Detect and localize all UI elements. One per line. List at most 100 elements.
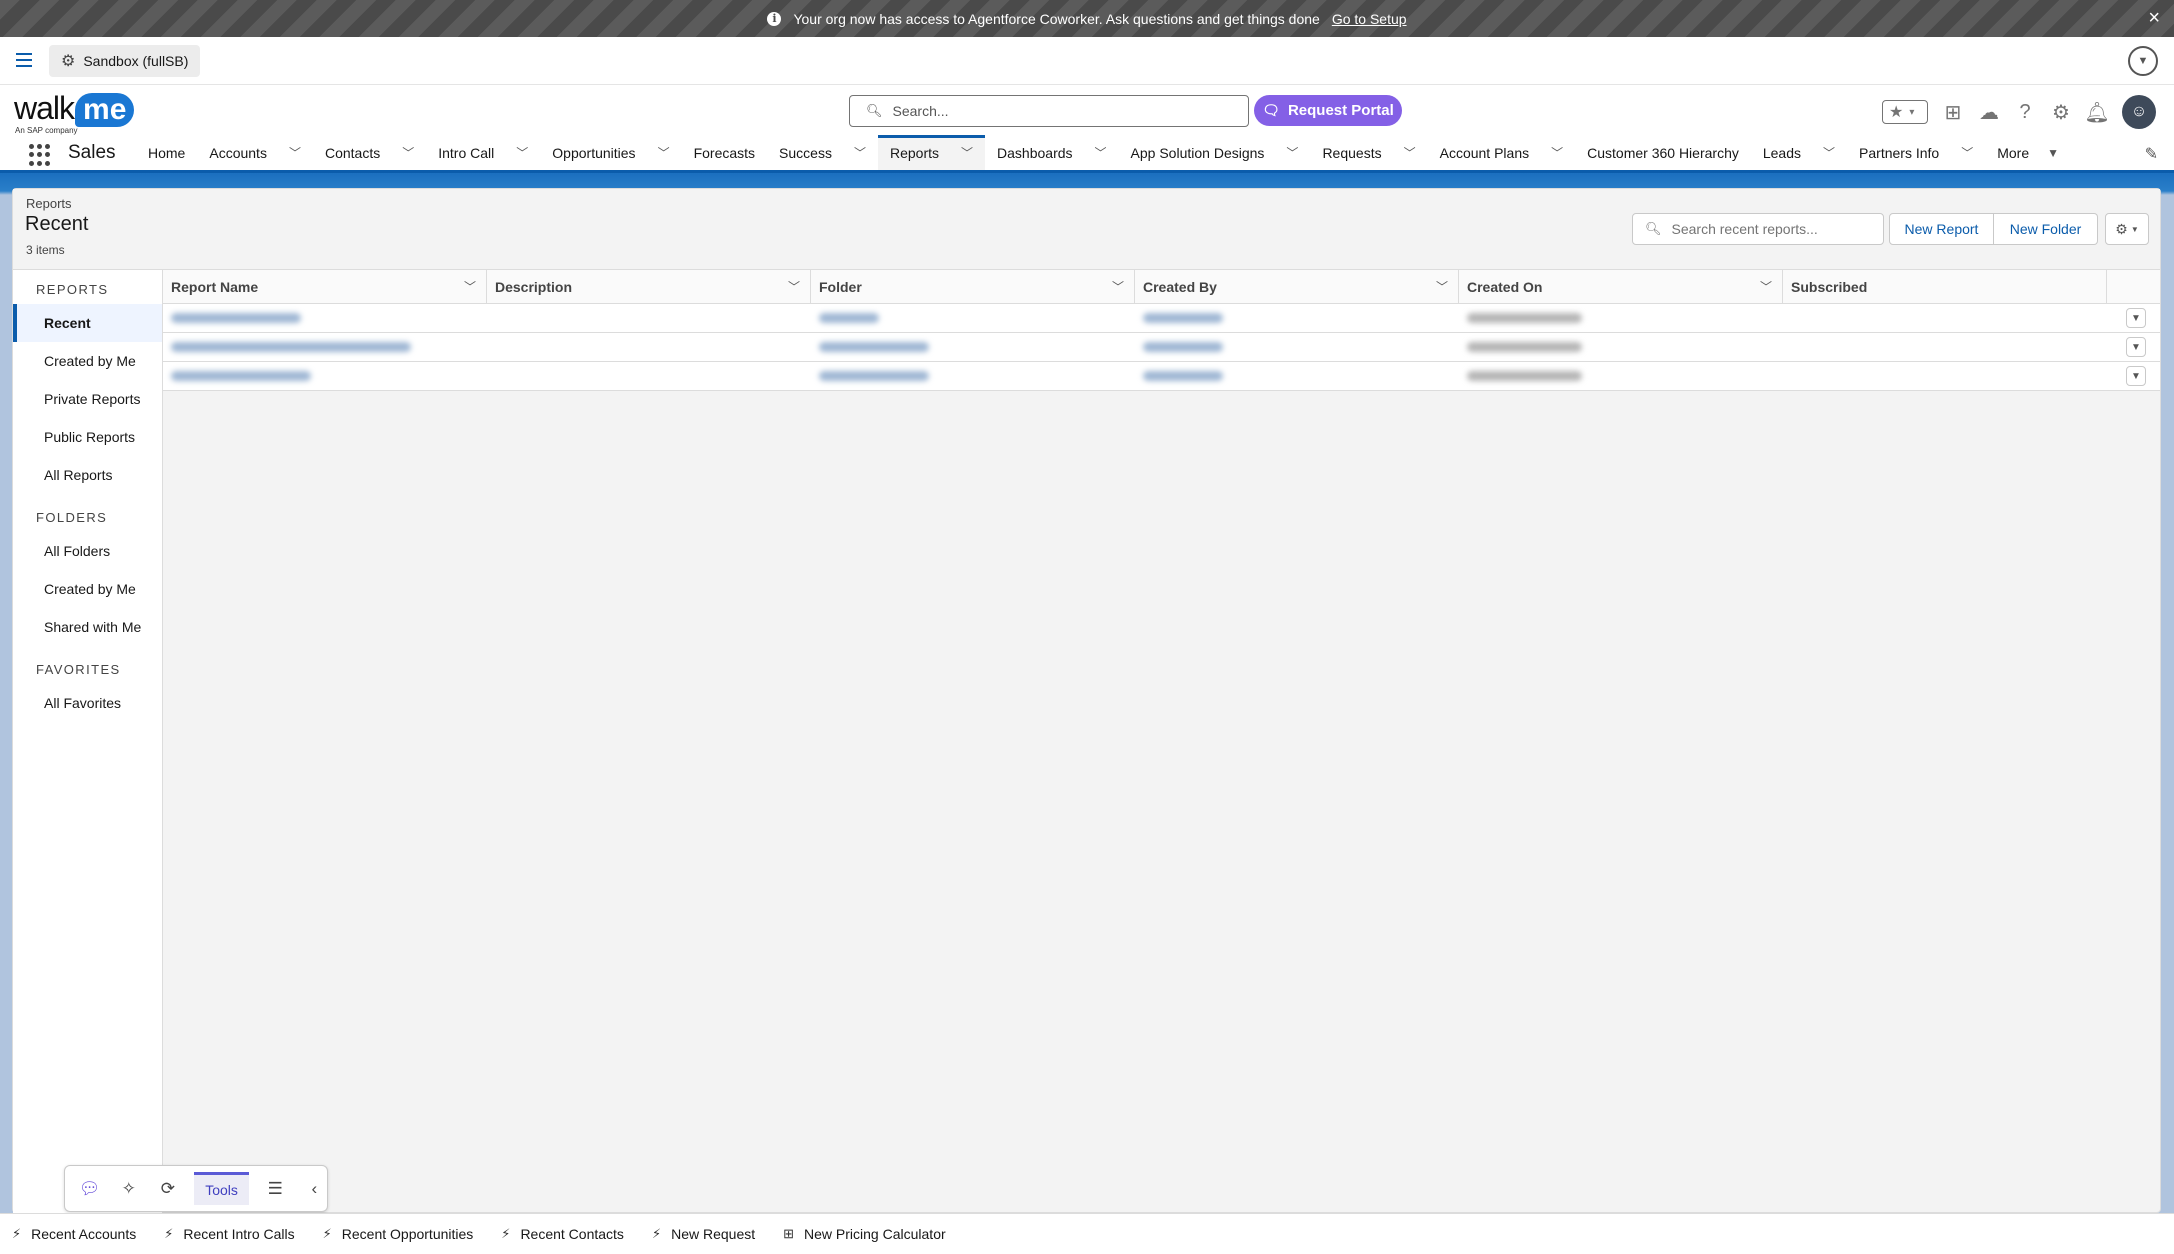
- chevron-down-icon[interactable]: ﹀: [464, 278, 476, 295]
- global-search-input[interactable]: 🔍︎ Search...: [849, 95, 1249, 127]
- chevron-down-icon[interactable]: ﹀: [788, 278, 800, 295]
- nav-item-reports[interactable]: Reports ﹀: [877, 135, 986, 170]
- redacted-created-by[interactable]: [1143, 371, 1223, 381]
- bell-icon[interactable]: 🔔︎: [2084, 101, 2109, 124]
- nav-item-more[interactable]: More ▼: [1985, 135, 2071, 170]
- column-report-name[interactable]: Report Name ﹀: [163, 270, 487, 303]
- chevron-down-icon[interactable]: ﹀: [1286, 144, 1298, 161]
- utility-label: Recent Contacts: [520, 1226, 624, 1242]
- chat-assistant-icon[interactable]: 💬︎: [77, 1176, 102, 1202]
- redacted-report-name[interactable]: [171, 371, 311, 381]
- row-action-menu[interactable]: ▼: [2126, 308, 2146, 328]
- request-portal-button[interactable]: 🗨︎ Request Portal: [1254, 95, 1402, 126]
- setup-gear-icon[interactable]: ⚙: [2050, 101, 2072, 124]
- utility-new-pricing-calculator[interactable]: ⊞ New Pricing Calculator: [783, 1226, 946, 1242]
- close-icon[interactable]: ×: [2148, 8, 2160, 28]
- chevron-down-icon[interactable]: ﹀: [1436, 278, 1448, 295]
- nav-item-forecasts[interactable]: Forecasts: [682, 135, 767, 170]
- chevron-left-icon[interactable]: ‹: [302, 1176, 327, 1202]
- add-icon[interactable]: ⊞: [1942, 101, 1964, 124]
- chevron-down-icon[interactable]: ﹀: [1095, 144, 1107, 161]
- chevron-down-icon[interactable]: ﹀: [1823, 144, 1835, 161]
- sliders-icon[interactable]: ☰: [263, 1176, 288, 1202]
- nav-item-success[interactable]: Success ﹀: [767, 135, 878, 170]
- nav-item-requests[interactable]: Requests ﹀: [1310, 135, 1427, 170]
- column-label: Description: [495, 278, 573, 295]
- nav-item-account-plans[interactable]: Account Plans ﹀: [1428, 135, 1576, 170]
- column-folder[interactable]: Folder ﹀: [811, 270, 1135, 303]
- nav-item-intro-call[interactable]: Intro Call ﹀: [426, 135, 540, 170]
- redacted-created-by[interactable]: [1143, 313, 1223, 323]
- redacted-report-name[interactable]: [171, 313, 301, 323]
- column-description[interactable]: Description ﹀: [487, 270, 811, 303]
- nav-item-app-solution-designs[interactable]: App Solution Designs ﹀: [1119, 135, 1311, 170]
- chevron-down-icon[interactable]: ▼: [2128, 46, 2158, 76]
- nav-item-partners-info[interactable]: Partners Info ﹀: [1847, 135, 1985, 170]
- row-action-menu[interactable]: ▼: [2126, 337, 2146, 357]
- nav-item-contacts[interactable]: Contacts ﹀: [313, 135, 426, 170]
- search-recent-reports-input[interactable]: 🔍︎ Search recent reports...: [1632, 213, 1884, 245]
- sidebar-item-all-folders[interactable]: All Folders: [13, 532, 162, 570]
- utility-recent-contacts[interactable]: ⚡︎ Recent Contacts: [501, 1226, 624, 1242]
- sidebar-item-recent[interactable]: Recent: [13, 304, 162, 342]
- nav-item-accounts[interactable]: Accounts ﹀: [197, 135, 313, 170]
- chevron-down-icon[interactable]: ﹀: [1961, 144, 1973, 161]
- pencil-icon[interactable]: ✎: [2145, 144, 2158, 164]
- trailhead-icon[interactable]: ☁: [1978, 101, 2000, 124]
- menu-icon[interactable]: [16, 53, 32, 67]
- settings-menu-button[interactable]: ⚙ ▼: [2105, 213, 2149, 245]
- sidebar-item-created-by-me[interactable]: Created by Me: [13, 342, 162, 380]
- redacted-folder[interactable]: [819, 313, 879, 323]
- chevron-down-icon[interactable]: ﹀: [516, 144, 528, 161]
- table-row: ▼: [163, 304, 2160, 333]
- sidebar-item-public-reports[interactable]: Public Reports: [13, 418, 162, 456]
- nav-item-opportunities[interactable]: Opportunities ﹀: [540, 135, 681, 170]
- nav-label: Intro Call: [438, 144, 495, 161]
- nav-item-customer-360-hierarchy[interactable]: Customer 360 Hierarchy: [1575, 135, 1751, 170]
- app-launcher-icon[interactable]: [29, 144, 51, 166]
- chevron-down-icon[interactable]: ﹀: [1404, 144, 1416, 161]
- sidebar-item-all-reports[interactable]: All Reports: [13, 456, 162, 494]
- redacted-folder[interactable]: [819, 342, 929, 352]
- redacted-folder[interactable]: [819, 371, 929, 381]
- chevron-down-icon[interactable]: ﹀: [1551, 144, 1563, 161]
- utility-new-request[interactable]: ⚡︎ New Request: [652, 1226, 755, 1242]
- nav-item-leads[interactable]: Leads ﹀: [1751, 135, 1847, 170]
- nav-label: Forecasts: [693, 144, 756, 161]
- new-folder-button[interactable]: New Folder: [1994, 213, 2098, 245]
- sidebar-item-all-favorites[interactable]: All Favorites: [13, 684, 162, 722]
- help-icon[interactable]: ?: [2014, 101, 2036, 123]
- refresh-icon[interactable]: ⟳: [155, 1176, 180, 1202]
- column-created-on[interactable]: Created On ﹀: [1459, 270, 1783, 303]
- new-report-button[interactable]: New Report: [1889, 213, 1994, 245]
- walkme-logo[interactable]: walk me An SAP company: [14, 90, 139, 135]
- redacted-created-by[interactable]: [1143, 342, 1223, 352]
- row-action-menu[interactable]: ▼: [2126, 366, 2146, 386]
- go-to-setup-link[interactable]: Go to Setup: [1332, 11, 1407, 27]
- utility-recent-opportunities[interactable]: ⚡︎ Recent Opportunities: [323, 1226, 474, 1242]
- sidebar-item-folders-created-by-me[interactable]: Created by Me: [13, 570, 162, 608]
- lightning-icon: ⚡︎: [651, 1226, 662, 1241]
- chevron-down-icon[interactable]: ﹀: [1112, 278, 1124, 295]
- chevron-down-icon[interactable]: ﹀: [1760, 278, 1772, 295]
- sidebar-item-shared-with-me[interactable]: Shared with Me: [13, 608, 162, 646]
- chevron-down-icon[interactable]: ﹀: [289, 144, 301, 161]
- chevron-down-icon[interactable]: ﹀: [402, 144, 414, 161]
- chevron-down-icon[interactable]: ﹀: [658, 144, 670, 161]
- nav-item-home[interactable]: Home: [136, 135, 197, 170]
- sidebar-item-private-reports[interactable]: Private Reports: [13, 380, 162, 418]
- magic-wand-icon[interactable]: ✧: [116, 1176, 141, 1202]
- avatar[interactable]: ☺: [2122, 95, 2156, 129]
- chevron-down-icon[interactable]: ﹀: [854, 144, 866, 161]
- nav-item-dashboards[interactable]: Dashboards ﹀: [985, 135, 1119, 170]
- nav-label: Dashboards: [997, 144, 1073, 161]
- logo-subtitle: An SAP company: [15, 126, 78, 135]
- sandbox-pill[interactable]: ⚙ Sandbox (fullSB): [49, 45, 201, 77]
- chevron-down-icon[interactable]: ﹀: [961, 144, 973, 161]
- column-created-by[interactable]: Created By ﹀: [1135, 270, 1459, 303]
- utility-recent-intro-calls[interactable]: ⚡︎ Recent Intro Calls: [164, 1226, 294, 1242]
- redacted-report-name[interactable]: [171, 342, 411, 352]
- tools-tab[interactable]: Tools: [194, 1172, 249, 1205]
- utility-recent-accounts[interactable]: ⚡︎ Recent Accounts: [12, 1226, 136, 1242]
- favorites-star-icon[interactable]: ★ ▾: [1882, 100, 1928, 124]
